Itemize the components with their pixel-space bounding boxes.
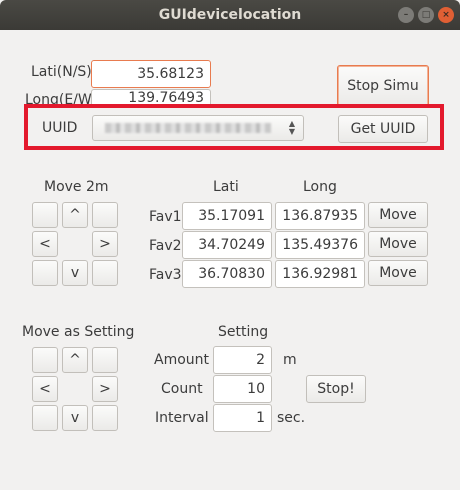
stop-simu-button[interactable]: Stop Simu	[337, 65, 429, 107]
move-se-button[interactable]	[92, 260, 118, 286]
fav2-label: Fav2	[149, 238, 182, 254]
fav2-move-button[interactable]: Move	[368, 231, 428, 257]
move-nw-button[interactable]	[32, 202, 58, 228]
lati-input[interactable]: 35.68123	[91, 60, 211, 88]
setting-move-se-button[interactable]	[92, 405, 118, 431]
move-right-button[interactable]: >	[92, 231, 118, 257]
close-icon[interactable]: ×	[438, 7, 454, 23]
lati-label: Lati(N/S)	[31, 64, 92, 80]
fav1-lati-input[interactable]: 35.17091	[182, 202, 272, 230]
stop-button[interactable]: Stop!	[306, 375, 366, 403]
fav3-move-button[interactable]: Move	[368, 260, 428, 286]
setting-move-ne-button[interactable]	[92, 347, 118, 373]
setting-move-sw-button[interactable]	[32, 405, 58, 431]
window-title: GUIdevicelocation	[158, 7, 302, 23]
amount-unit: m	[283, 352, 297, 368]
fav3-long-input[interactable]: 136.92981	[275, 260, 365, 288]
interval-unit: sec.	[277, 410, 306, 426]
fav2-long-input[interactable]: 135.49376	[275, 231, 365, 259]
title-bar: GUIdevicelocation – □ ×	[0, 0, 460, 30]
fav3-lati-input[interactable]: 36.70830	[182, 260, 272, 288]
amount-input[interactable]: 2	[213, 346, 272, 374]
fav-long-header: Long	[303, 179, 337, 195]
move-setting-title: Move as Setting	[22, 324, 135, 340]
interval-input[interactable]: 1	[213, 404, 272, 432]
interval-label: Interval	[155, 410, 209, 426]
move-title: Move 2m	[44, 179, 109, 195]
setting-move-up-button[interactable]: ^	[62, 347, 88, 373]
move-sw-button[interactable]	[32, 260, 58, 286]
fav2-lati-input[interactable]: 34.70249	[182, 231, 272, 259]
setting-title: Setting	[218, 324, 269, 340]
move-left-button[interactable]: <	[32, 231, 58, 257]
window-controls: – □ ×	[398, 7, 454, 23]
fav-lati-header: Lati	[213, 179, 239, 195]
move-down-button[interactable]: v	[62, 260, 88, 286]
count-input[interactable]: 10	[213, 375, 272, 403]
minimize-icon[interactable]: –	[398, 7, 414, 23]
fav1-move-button[interactable]: Move	[368, 202, 428, 228]
amount-label: Amount	[154, 352, 210, 368]
move-up-button[interactable]: ^	[62, 202, 88, 228]
maximize-icon[interactable]: □	[418, 7, 434, 23]
fav1-long-input[interactable]: 136.87935	[275, 202, 365, 230]
setting-move-left-button[interactable]: <	[32, 376, 58, 402]
fav3-label: Fav3	[149, 267, 182, 283]
highlight-box	[24, 104, 444, 150]
setting-move-right-button[interactable]: >	[92, 376, 118, 402]
count-label: Count	[161, 381, 203, 397]
setting-move-down-button[interactable]: v	[62, 405, 88, 431]
move-ne-button[interactable]	[92, 202, 118, 228]
setting-move-nw-button[interactable]	[32, 347, 58, 373]
fav1-label: Fav1	[149, 209, 182, 225]
